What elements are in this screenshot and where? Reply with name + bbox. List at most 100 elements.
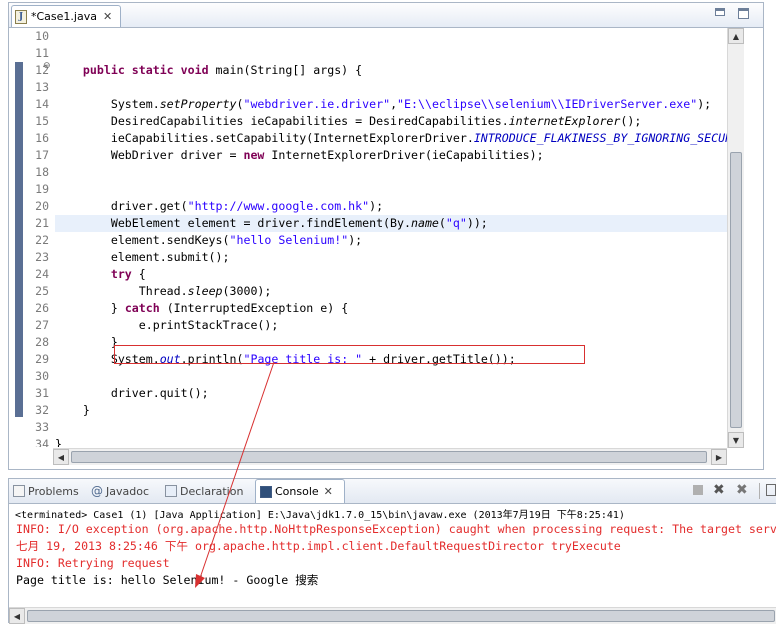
console-output[interactable]: INFO: I/O exception (org.apache.http.NoH…: [16, 521, 776, 589]
line-number: 18: [35, 165, 49, 179]
eclipse-window: J *Case1.java ✕ 10 11 12 13 14 15 16 17 18 19 20 21…: [0, 0, 776, 624]
scroll-up-icon[interactable]: ▲: [728, 28, 744, 44]
code-token: driver.get(: [55, 199, 188, 213]
toolbar-separator: [759, 483, 760, 499]
tab-javadoc[interactable]: @ Javadoc: [91, 479, 149, 503]
code-token: "webdriver.ie.driver": [243, 97, 391, 111]
code-token: );: [348, 233, 363, 247]
pin-console-icon[interactable]: [766, 484, 776, 496]
line-number: 20: [35, 199, 49, 213]
code-line[interactable]: System.setProperty("webdriver.ie.driver"…: [55, 96, 727, 113]
remove-all-terminated-icon[interactable]: ✖: [736, 482, 748, 498]
annotation-highlight-box: [114, 345, 585, 364]
code-line[interactable]: [55, 79, 727, 96]
line-number: 14: [35, 97, 49, 111]
scroll-thumb[interactable]: [27, 610, 775, 622]
tab-problems[interactable]: Problems: [13, 479, 79, 503]
editor-horizontal-scrollbar[interactable]: ◀ ▶: [53, 448, 727, 465]
code-line[interactable]: [55, 45, 727, 62]
code-token: }: [55, 335, 118, 349]
tab-title: *Case1.java: [31, 10, 97, 23]
line-number: 33: [35, 420, 49, 434]
code-line[interactable]: [55, 28, 727, 45]
line-number: 24: [35, 267, 49, 281]
code-token: sleep: [187, 284, 223, 298]
console-line: 七月 19, 2013 8:25:46 下午 org.apache.http.i…: [16, 539, 621, 553]
code-line[interactable]: WebDriver driver = new InternetExplorerD…: [55, 147, 727, 164]
code-line[interactable]: try {: [55, 266, 727, 283]
minimize-icon[interactable]: [715, 8, 725, 16]
terminate-icon[interactable]: [693, 485, 703, 495]
editor-vertical-scrollbar[interactable]: ▲ ▼: [727, 28, 744, 448]
code-token: main(String[] args) {: [208, 63, 363, 77]
scroll-thumb[interactable]: [71, 451, 707, 463]
code-token: }: [55, 301, 125, 315]
code-line[interactable]: [55, 181, 727, 198]
scroll-down-icon[interactable]: ▼: [728, 432, 744, 448]
code-token: InternetExplorerDriver(ieCapabilities);: [264, 148, 544, 162]
scroll-left-icon[interactable]: ◀: [53, 449, 69, 465]
code-token: driver.quit();: [55, 386, 209, 400]
line-number: 25: [35, 284, 49, 298]
console-line: Page title is: hello Selenium! - Google …: [16, 573, 319, 587]
code-line[interactable]: [55, 164, 727, 181]
code-line[interactable]: ieCapabilities.setCapability(InternetExp…: [55, 130, 727, 147]
code-token: WebDriver driver =: [55, 148, 244, 162]
java-editor: J *Case1.java ✕ 10 11 12 13 14 15 16 17 18 19 20 21…: [8, 2, 764, 470]
code-token: "http://www.google.com.hk": [187, 199, 370, 213]
maximize-icon[interactable]: [738, 8, 749, 19]
code-token: catch: [124, 301, 160, 315]
code-line[interactable]: Thread.sleep(3000);: [55, 283, 727, 300]
line-number: 13: [35, 80, 49, 94]
code-line[interactable]: WebElement element = driver.findElement(…: [55, 215, 727, 232]
bottom-panel: Problems @ Javadoc Declaration Console ✕…: [8, 478, 776, 624]
tab-case1-java[interactable]: J *Case1.java ✕: [11, 5, 121, 27]
code-line[interactable]: public static void main(String[] args) {: [55, 62, 727, 79]
code-token: e.printStackTrace();: [55, 318, 279, 332]
code-token: (: [438, 216, 446, 230]
javadoc-icon: @: [91, 484, 103, 498]
line-number: 22: [35, 233, 49, 247]
java-file-icon: J: [15, 9, 27, 24]
code-line[interactable]: [55, 419, 727, 436]
code-lines[interactable]: public static void main(String[] args) {…: [55, 28, 727, 447]
fold-collapse-icon[interactable]: ⊖: [43, 61, 51, 71]
console-horizontal-scrollbar[interactable]: ◀: [9, 607, 776, 624]
code-token: "E:\\eclipse\\selenium\\IEDriverServer.e…: [397, 97, 698, 111]
code-line[interactable]: e.printStackTrace();: [55, 317, 727, 334]
code-token: internetExplorer: [508, 114, 621, 128]
code-line[interactable]: element.sendKeys("hello Selenium!");: [55, 232, 727, 249]
editor-tab-bar: J *Case1.java ✕: [9, 3, 763, 28]
code-line[interactable]: [55, 368, 727, 385]
code-line[interactable]: DesiredCapabilities ieCapabilities = Des…: [55, 113, 727, 130]
code-token: );: [369, 199, 384, 213]
line-number: 34: [35, 437, 49, 447]
code-token: ();: [620, 114, 642, 128]
remove-launch-icon[interactable]: ✖: [713, 482, 725, 498]
line-number: 27: [35, 318, 49, 332]
tab-declaration[interactable]: Declaration: [165, 479, 243, 503]
code-area[interactable]: 10 11 12 13 14 15 16 17 18 19 20 21 22 23 24 25 26 27 28 29…: [9, 28, 727, 447]
line-number: 11: [35, 46, 49, 60]
console-line: INFO: I/O exception (org.apache.http.NoH…: [16, 522, 776, 536]
code-token: element.sendKeys(: [55, 233, 230, 247]
scroll-right-icon[interactable]: ▶: [711, 449, 727, 465]
code-token: System.: [55, 97, 160, 111]
code-line[interactable]: driver.quit();: [55, 385, 727, 402]
code-line[interactable]: } catch (InterruptedException e) {: [55, 300, 727, 317]
scroll-thumb[interactable]: [730, 152, 742, 428]
code-token: WebElement element = driver.findElement(…: [55, 216, 411, 230]
code-token: "q": [445, 216, 467, 230]
code-line[interactable]: }: [55, 402, 727, 419]
code-line[interactable]: }: [55, 436, 727, 447]
close-icon[interactable]: ✕: [324, 485, 333, 498]
line-number: 10: [35, 29, 49, 43]
tab-console[interactable]: Console ✕: [255, 479, 345, 503]
close-icon[interactable]: ✕: [103, 10, 112, 23]
code-token: }: [55, 403, 90, 417]
code-line[interactable]: driver.get("http://www.google.com.hk");: [55, 198, 727, 215]
code-line[interactable]: element.submit();: [55, 249, 727, 266]
code-token: (InterruptedException e) {: [159, 301, 349, 315]
